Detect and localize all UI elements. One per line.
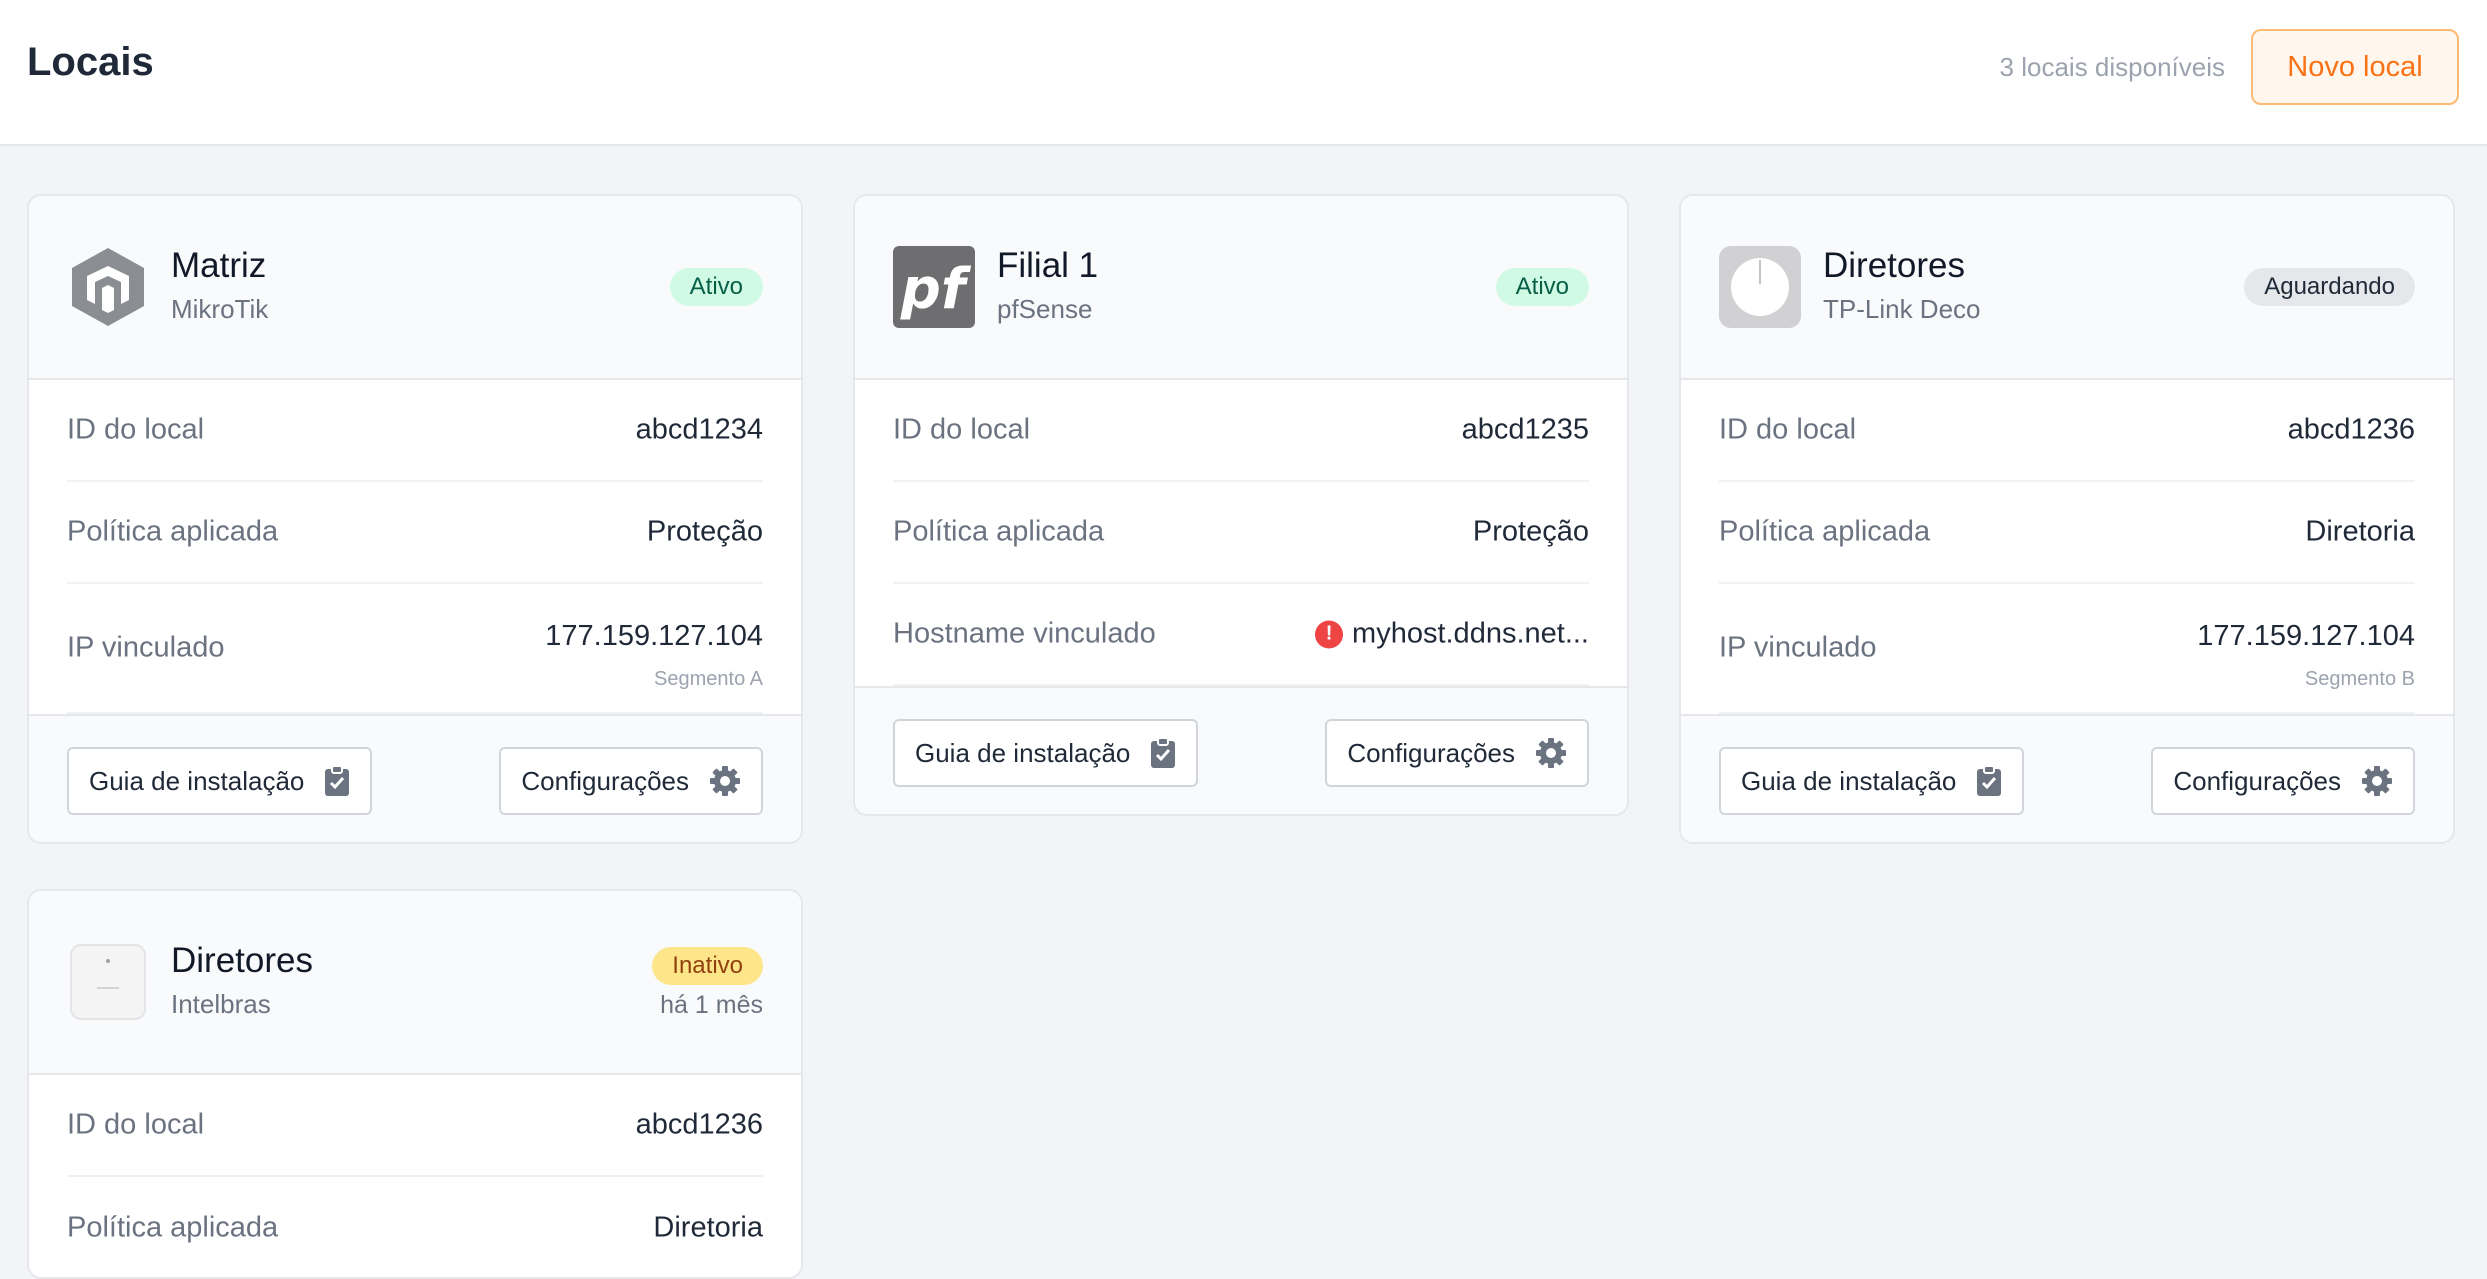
site-id-row: ID do local abcd1236 xyxy=(67,1075,763,1177)
clipboard-check-icon xyxy=(324,765,350,797)
site-vendor: TP-Link Deco xyxy=(1823,294,1981,324)
site-id-row: ID do local abcd1234 xyxy=(67,380,763,482)
site-id-value: abcd1235 xyxy=(1461,413,1589,446)
available-sites-count: 3 locais disponíveis xyxy=(1999,52,2225,82)
top-bar: Locais 3 locais disponíveis Novo local xyxy=(0,0,2487,146)
site-id-value: abcd1234 xyxy=(635,413,763,446)
site-id-value: abcd1236 xyxy=(635,1108,763,1141)
settings-button-label: Configurações xyxy=(2173,765,2341,796)
status-time: há 1 mês xyxy=(660,991,763,1019)
gear-icon xyxy=(1535,737,1567,769)
policy-label: Política aplicada xyxy=(67,1211,279,1244)
card-footer: Guia de instalação Configurações xyxy=(855,686,1627,814)
mikrotik-logo-icon xyxy=(67,246,149,328)
settings-button[interactable]: Configurações xyxy=(1325,719,1589,787)
site-vendor: pfSense xyxy=(997,294,1093,324)
ip-label: IP vinculado xyxy=(67,631,225,664)
hostname-text: myhost.ddns.net... xyxy=(1352,617,1589,650)
card-header: pf Filial 1 pfSense Ativo xyxy=(855,196,1627,380)
card-footer: Guia de instalação Configurações xyxy=(29,714,801,842)
ip-label: IP vinculado xyxy=(1719,631,1877,664)
installation-guide-button[interactable]: Guia de instalação xyxy=(1719,747,2025,815)
settings-button[interactable]: Configurações xyxy=(499,747,763,815)
tplink-deco-logo-icon xyxy=(1719,246,1801,328)
alert-circle-icon: ! xyxy=(1315,620,1344,648)
site-card: Matriz MikroTik Ativo ID do local abcd12… xyxy=(27,194,803,844)
policy-row: Política aplicada Diretoria xyxy=(1719,482,2415,584)
gear-icon xyxy=(2361,765,2393,797)
status-badge: Inativo xyxy=(652,947,763,985)
installation-guide-button[interactable]: Guia de instalação xyxy=(67,747,373,815)
settings-button[interactable]: Configurações xyxy=(2151,747,2415,815)
svg-text:pf: pf xyxy=(900,257,972,322)
policy-value: Diretoria xyxy=(653,1211,763,1244)
policy-value: Diretoria xyxy=(2305,515,2415,548)
card-header: Diretores TP-Link Deco Aguardando xyxy=(1681,196,2453,380)
ip-value: 177.159.127.104 xyxy=(545,620,763,652)
site-card: pf Filial 1 pfSense Ativo ID do local ab… xyxy=(853,194,1629,816)
policy-label: Política aplicada xyxy=(1719,515,1931,548)
site-name: Matriz xyxy=(171,246,267,285)
ip-row: IP vinculado 177.159.127.104 Segmento B xyxy=(1719,584,2415,714)
gear-icon xyxy=(709,765,741,797)
pfsense-logo-icon: pf xyxy=(893,246,975,328)
page-title: Locais xyxy=(27,40,154,84)
site-id-label: ID do local xyxy=(893,413,1031,446)
status-badge: Aguardando xyxy=(2244,268,2415,306)
site-name: Filial 1 xyxy=(997,246,1099,285)
site-card: Diretores Intelbras Inativo há 1 mês ID … xyxy=(27,889,803,1279)
site-id-row: ID do local abcd1235 xyxy=(893,380,1589,482)
settings-button-label: Configurações xyxy=(521,765,689,796)
installation-guide-button[interactable]: Guia de instalação xyxy=(893,719,1199,787)
clipboard-check-icon xyxy=(1976,765,2002,797)
new-site-button[interactable]: Novo local xyxy=(2251,29,2459,105)
clipboard-check-icon xyxy=(1150,737,1176,769)
status-badge: Ativo xyxy=(669,268,763,306)
card-header: Matriz MikroTik Ativo xyxy=(29,196,801,380)
site-card: Diretores TP-Link Deco Aguardando ID do … xyxy=(1679,194,2455,844)
site-id-value: abcd1236 xyxy=(2287,413,2415,446)
segment-label: Segmento A xyxy=(654,668,763,690)
policy-row: Política aplicada Proteção xyxy=(67,482,763,584)
settings-button-label: Configurações xyxy=(1347,737,1515,768)
ip-row: IP vinculado 177.159.127.104 Segmento A xyxy=(67,584,763,714)
site-name: Diretores xyxy=(171,941,313,980)
hostname-value: ! myhost.ddns.net... xyxy=(1315,618,1589,651)
intelbras-device-icon xyxy=(67,941,149,1023)
site-id-label: ID do local xyxy=(67,1108,205,1141)
site-id-row: ID do local abcd1236 xyxy=(1719,380,2415,482)
hostname-row: Hostname vinculado ! myhost.ddns.net... xyxy=(893,584,1589,686)
site-id-label: ID do local xyxy=(1719,413,1857,446)
policy-value: Proteção xyxy=(646,515,763,548)
policy-row: Política aplicada Proteção xyxy=(893,482,1589,584)
segment-label: Segmento B xyxy=(2304,668,2415,690)
card-header: Diretores Intelbras Inativo há 1 mês xyxy=(29,891,801,1075)
ip-value: 177.159.127.104 xyxy=(2197,620,2415,652)
policy-row: Política aplicada Diretoria xyxy=(67,1177,763,1277)
hostname-label: Hostname vinculado xyxy=(893,617,1156,650)
guide-button-label: Guia de instalação xyxy=(89,765,305,796)
guide-button-label: Guia de instalação xyxy=(1741,765,1957,796)
site-name: Diretores xyxy=(1823,246,1965,285)
policy-label: Política aplicada xyxy=(67,515,279,548)
site-id-label: ID do local xyxy=(67,413,205,446)
card-footer: Guia de instalação Configurações xyxy=(1681,714,2453,842)
site-vendor: Intelbras xyxy=(171,989,271,1019)
policy-value: Proteção xyxy=(1472,515,1589,548)
status-badge: Ativo xyxy=(1495,268,1589,306)
guide-button-label: Guia de instalação xyxy=(915,737,1131,768)
site-vendor: MikroTik xyxy=(171,294,269,324)
policy-label: Política aplicada xyxy=(893,515,1105,548)
